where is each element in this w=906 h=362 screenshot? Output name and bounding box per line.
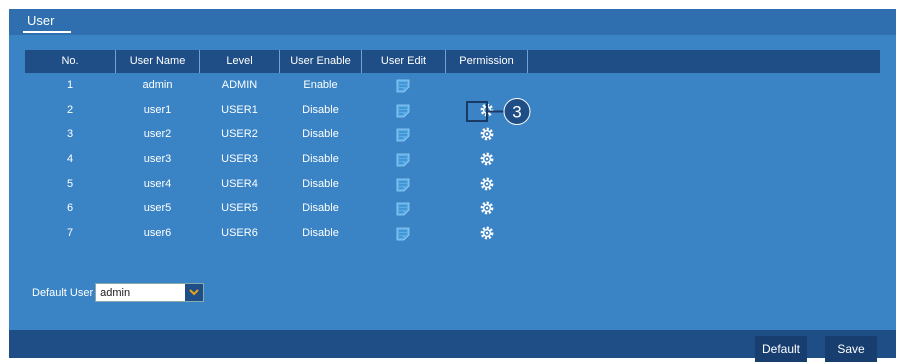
gear-icon[interactable]	[480, 201, 494, 220]
header-user-edit: User Edit	[380, 55, 427, 67]
cell-no: 5	[66, 177, 74, 190]
cell-user-name: user2	[143, 128, 172, 141]
cell-level: USER6	[221, 227, 258, 240]
header-divider	[527, 50, 528, 73]
user-table: No. User Name Level User Enable User Edi…	[25, 50, 880, 246]
cell-level: USER2	[221, 128, 258, 141]
cell-user-enable: Disable	[302, 227, 339, 240]
edit-pencil-icon[interactable]	[396, 227, 411, 246]
cell-no: 6	[66, 202, 74, 215]
edit-pencil-icon[interactable]	[396, 202, 411, 221]
cell-user-name: user3	[143, 153, 172, 166]
default-user-label: Default User	[32, 286, 94, 299]
table-row: 7 user6 USER6 Disable	[25, 221, 880, 246]
table-row: 6 user5 USER5 Disable	[25, 196, 880, 221]
cell-user-enable: Disable	[302, 128, 339, 141]
default-user-row: Default User admin	[32, 283, 205, 302]
table-row: 2 user1 USER1 Disable	[25, 98, 880, 123]
table-row: 1 admin ADMIN Enable	[25, 73, 880, 98]
cell-no: 2	[66, 103, 74, 116]
cell-no: 4	[66, 153, 74, 166]
dropdown-button[interactable]	[185, 284, 204, 301]
cell-no: 3	[66, 128, 74, 141]
header-no: No.	[61, 55, 79, 67]
table-header: No. User Name Level User Enable User Edi…	[25, 50, 880, 73]
header-level: Level	[226, 55, 253, 67]
cell-user-name: user5	[143, 202, 172, 215]
gear-icon[interactable]	[480, 127, 494, 146]
cell-level: ADMIN	[221, 79, 258, 91]
tab-underline	[23, 31, 71, 33]
cell-user-enable: Disable	[302, 177, 339, 190]
cell-user-enable: Disable	[302, 202, 339, 215]
cell-user-enable: Disable	[302, 153, 339, 166]
gear-icon[interactable]	[480, 226, 494, 245]
cell-level: USER3	[221, 153, 258, 166]
edit-pencil-icon[interactable]	[396, 153, 411, 172]
edit-pencil-icon[interactable]	[396, 178, 411, 197]
user-panel: User No. User Name Level User Enable Use…	[9, 9, 896, 362]
save-button[interactable]: Save	[825, 336, 877, 362]
tab-bar: User	[9, 9, 896, 35]
cell-level: USER4	[221, 177, 258, 190]
edit-pencil-icon[interactable]	[396, 128, 411, 147]
table-body: 1 admin ADMIN Enable 2 user1 USER1 Disable 3 user…	[25, 73, 880, 246]
cell-user-name: user1	[143, 103, 172, 116]
cell-level: USER1	[221, 103, 258, 116]
chevron-down-icon	[189, 289, 199, 296]
default-button[interactable]: Default	[755, 336, 807, 362]
cell-no: 1	[66, 79, 74, 91]
edit-pencil-icon[interactable]	[396, 104, 411, 123]
cell-user-enable: Disable	[302, 103, 339, 116]
default-user-value: admin	[100, 286, 131, 299]
step-callout: 3	[466, 98, 531, 125]
table-row: 4 user3 USER3 Disable	[25, 147, 880, 172]
table-row: 5 user4 USER4 Disable	[25, 172, 880, 197]
header-user-enable: User Enable	[290, 55, 351, 67]
default-user-select[interactable]: admin	[95, 283, 205, 302]
header-permission: Permission	[459, 55, 514, 67]
callout-number: 3	[512, 103, 521, 122]
gear-icon[interactable]	[480, 152, 494, 171]
table-row: 3 user2 USER2 Disable	[25, 122, 880, 147]
cell-user-name: admin	[142, 79, 173, 91]
cell-level: USER5	[221, 202, 258, 215]
cell-user-name: user6	[143, 227, 172, 240]
edit-pencil-icon[interactable]	[396, 79, 411, 98]
gear-icon[interactable]	[480, 177, 494, 196]
cell-user-enable: Enable	[303, 79, 338, 91]
tab-user[interactable]: User	[27, 13, 54, 28]
cell-user-name: user4	[143, 177, 172, 190]
header-user-name: User Name	[129, 55, 186, 67]
cell-no: 7	[66, 227, 74, 240]
